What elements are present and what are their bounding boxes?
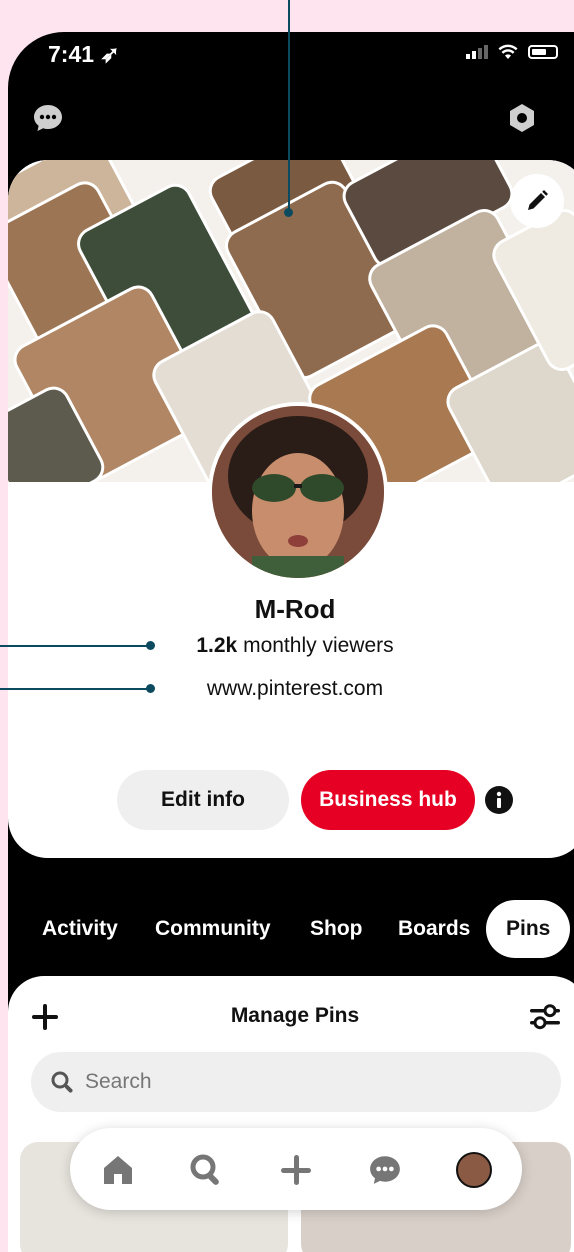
plus-icon — [281, 1155, 311, 1185]
viewers-count: 1.2k — [196, 634, 238, 657]
tab-boards[interactable]: Boards — [398, 900, 470, 958]
status-time: 7:41 ➶ — [48, 41, 120, 67]
callout-dot-viewers — [146, 641, 155, 650]
status-icons — [466, 44, 558, 60]
profile-actions: Edit info Business hub — [8, 770, 574, 832]
profile-avatar[interactable] — [208, 402, 388, 582]
search-icon — [51, 1071, 73, 1093]
edit-cover-button[interactable] — [510, 174, 564, 228]
profile-tabs: Activity Community Shop Boards Pins — [8, 900, 574, 958]
business-hub-button[interactable]: Business hub — [301, 770, 475, 830]
avatar-photo — [212, 406, 384, 578]
search-icon — [190, 1154, 219, 1185]
manage-pins-title: Manage Pins — [230, 1004, 360, 1027]
search-pins-input[interactable]: Search — [31, 1052, 561, 1112]
pins-sheet: Manage Pins Search — [8, 976, 574, 1252]
callout-line-website — [0, 688, 150, 690]
bottom-navigation — [70, 1128, 522, 1210]
wifi-icon — [498, 44, 518, 59]
signal-icon — [466, 45, 488, 59]
tab-activity[interactable]: Activity — [42, 900, 118, 958]
edit-info-button[interactable]: Edit info — [117, 770, 289, 830]
home-icon — [104, 1156, 132, 1184]
profile-name: M-Rod — [254, 594, 336, 624]
nav-search[interactable] — [186, 1150, 226, 1190]
nav-create[interactable] — [276, 1150, 316, 1190]
settings-gear-icon[interactable] — [506, 102, 538, 134]
messages-icon — [370, 1156, 400, 1184]
callout-line-viewers — [0, 645, 150, 647]
nav-home[interactable] — [98, 1150, 138, 1190]
battery-icon — [528, 45, 558, 59]
callout-line-cover — [288, 0, 290, 212]
profile-avatar-small — [456, 1152, 492, 1188]
viewers-label: monthly viewers — [243, 634, 394, 657]
profile-card: M-Rod 1.2k monthly viewers www.pinterest… — [8, 160, 574, 858]
sliders-icon[interactable] — [528, 1002, 562, 1032]
speech-bubble-icon[interactable] — [32, 102, 64, 134]
tab-community[interactable]: Community — [155, 900, 271, 958]
callout-dot-website — [146, 684, 155, 693]
nav-profile[interactable] — [454, 1150, 494, 1190]
search-placeholder: Search — [85, 1070, 152, 1093]
info-icon[interactable] — [485, 786, 513, 814]
tab-shop[interactable]: Shop — [310, 900, 363, 958]
pencil-icon — [528, 190, 548, 210]
status-bar: 7:41 ➶ — [8, 32, 574, 84]
callout-dot-cover — [284, 208, 293, 217]
nav-messages[interactable] — [365, 1150, 405, 1190]
tab-pins[interactable]: Pins — [486, 900, 571, 958]
